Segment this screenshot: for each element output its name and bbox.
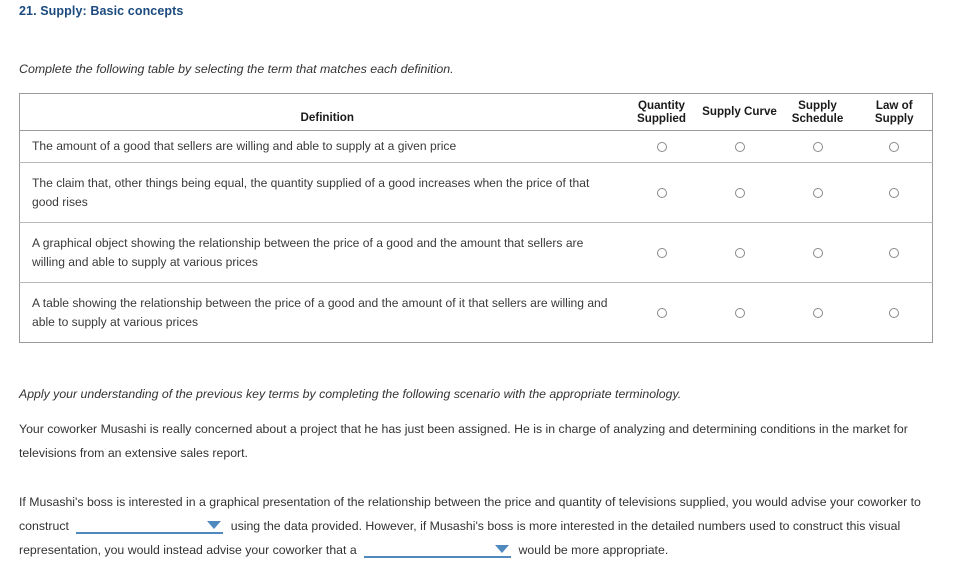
definition-text: A table showing the relationship between… <box>32 295 608 329</box>
radio-cell-supply-curve[interactable] <box>701 223 779 283</box>
radio-button[interactable] <box>734 187 745 198</box>
radio-button[interactable] <box>889 247 900 258</box>
radio-button[interactable] <box>812 307 823 318</box>
column-header-line-1: Quantity Supplied <box>637 98 686 126</box>
radio-button[interactable] <box>812 141 823 152</box>
chevron-down-icon <box>207 521 222 529</box>
column-header-line-1: Supply Schedule <box>791 98 844 126</box>
radio-cell-supply-schedule[interactable] <box>779 283 857 343</box>
definition-matching-table: Definition Quantity Supplied Supply Curv… <box>19 93 933 343</box>
radio-button[interactable] <box>812 247 823 258</box>
apply-instruction: Apply your understanding of the previous… <box>19 387 682 401</box>
radio-cell-supply-curve[interactable] <box>701 131 779 163</box>
radio-button[interactable] <box>889 141 900 152</box>
radio-button[interactable] <box>889 187 900 198</box>
definition-text: A graphical object showing the relations… <box>32 235 584 269</box>
definition-text: The amount of a good that sellers are wi… <box>32 139 457 153</box>
radio-cell-law-of-supply[interactable] <box>857 283 933 343</box>
radio-cell-quantity-supplied[interactable] <box>623 163 701 223</box>
radio-button[interactable] <box>656 307 667 318</box>
term-dropdown-2[interactable] <box>364 539 512 558</box>
radio-cell-supply-schedule[interactable] <box>779 163 857 223</box>
radio-cell-law-of-supply[interactable] <box>857 163 933 223</box>
table-row: The claim that, other things being equal… <box>19 163 933 223</box>
column-header-line-1: Law of Supply <box>874 98 914 126</box>
radio-cell-law-of-supply[interactable] <box>857 223 933 283</box>
radio-cell-supply-curve[interactable] <box>701 283 779 343</box>
radio-button[interactable] <box>734 141 745 152</box>
scenario-paragraph: Your coworker Musashi is really concerne… <box>19 422 908 460</box>
radio-cell-supply-curve[interactable] <box>701 163 779 223</box>
exercise-page: 21. Supply: Basic concepts Complete the … <box>0 0 969 569</box>
radio-button[interactable] <box>656 141 667 152</box>
radio-button[interactable] <box>812 187 823 198</box>
radio-cell-quantity-supplied[interactable] <box>623 223 701 283</box>
term-dropdown-1[interactable] <box>76 515 224 534</box>
table-row: The amount of a good that sellers are wi… <box>19 131 933 163</box>
radio-button[interactable] <box>734 307 745 318</box>
column-header-definition: Definition <box>19 93 623 131</box>
column-header-supply-schedule: Supply Schedule <box>778 93 857 131</box>
column-header-law-of-supply: Law of Supply <box>856 93 933 131</box>
page-title: 21. Supply: Basic concepts <box>19 4 184 18</box>
radio-button[interactable] <box>734 247 745 258</box>
column-header-supply-curve: Supply Curve <box>700 93 779 131</box>
chevron-down-icon <box>495 545 510 553</box>
advise-paragraph: If Musashi's boss is interested in a gra… <box>19 490 949 562</box>
advise-text-part-3: would be more appropriate. <box>518 543 669 557</box>
table-row: A graphical object showing the relations… <box>19 223 933 283</box>
table-header-row: Definition Quantity Supplied Supply Curv… <box>19 93 933 131</box>
radio-cell-supply-schedule[interactable] <box>779 223 857 283</box>
table-header: Definition Quantity Supplied Supply Curv… <box>19 93 933 131</box>
table-body: The amount of a good that sellers are wi… <box>19 131 933 343</box>
radio-button[interactable] <box>656 187 667 198</box>
radio-cell-law-of-supply[interactable] <box>857 131 933 163</box>
radio-cell-quantity-supplied[interactable] <box>623 283 701 343</box>
table-instruction: Complete the following table by selectin… <box>19 62 454 76</box>
column-header-quantity-supplied: Quantity Supplied <box>622 93 701 131</box>
radio-button[interactable] <box>889 307 900 318</box>
definition-text: The claim that, other things being equal… <box>32 175 590 209</box>
radio-cell-supply-schedule[interactable] <box>779 131 857 163</box>
table-row: A table showing the relationship between… <box>20 283 933 343</box>
radio-cell-quantity-supplied[interactable] <box>623 131 701 163</box>
column-header-line-1: Supply Curve <box>702 105 777 119</box>
radio-button[interactable] <box>656 247 667 258</box>
